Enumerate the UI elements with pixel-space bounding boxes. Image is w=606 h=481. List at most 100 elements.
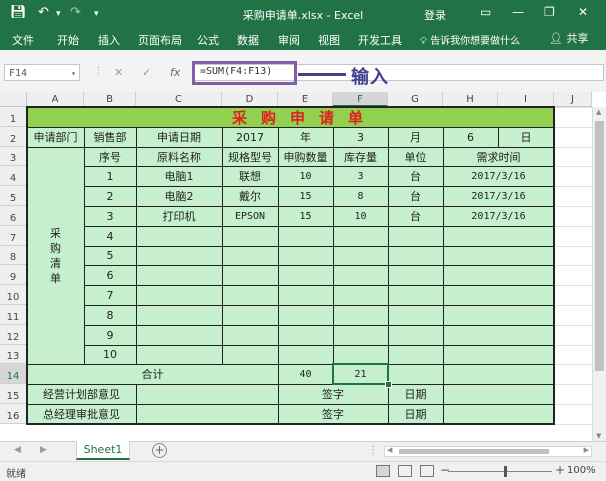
item-date-cell[interactable]: 2017/3/16 <box>443 206 554 226</box>
item-name-cell[interactable] <box>136 226 222 246</box>
item-date-cell[interactable] <box>443 325 554 345</box>
item-model-cell[interactable] <box>222 246 278 265</box>
column-header-g[interactable]: G <box>388 92 443 107</box>
item-qty-cell[interactable] <box>278 246 333 265</box>
header-name[interactable]: 原料名称 <box>136 147 222 166</box>
item-seq-cell[interactable]: 1 <box>84 166 136 186</box>
active-cell-f14[interactable] <box>332 363 389 385</box>
item-date-cell[interactable] <box>443 285 554 305</box>
item-date-cell[interactable] <box>443 246 554 265</box>
header-need-time[interactable]: 需求时间 <box>443 147 554 166</box>
select-all-corner[interactable] <box>0 92 27 107</box>
row-header-15[interactable]: 15 <box>0 384 27 404</box>
header-stock[interactable]: 库存量 <box>333 147 388 166</box>
item-stock-cell[interactable] <box>333 345 388 364</box>
year-cell[interactable]: 2017 <box>222 127 278 147</box>
name-box-dropdown-icon[interactable]: ▾ <box>71 65 76 82</box>
item-unit-cell[interactable] <box>388 246 443 265</box>
item-model-cell[interactable]: 戴尔 <box>222 186 278 206</box>
dept-value-cell[interactable]: 销售部 <box>84 127 136 147</box>
item-model-cell[interactable] <box>222 325 278 345</box>
restore-icon[interactable]: ❐ <box>544 5 555 19</box>
tab-data[interactable]: 数据 <box>237 32 259 48</box>
item-qty-cell[interactable] <box>278 345 333 364</box>
item-date-cell[interactable]: 2017/3/16 <box>443 166 554 186</box>
item-stock-cell[interactable] <box>333 265 388 285</box>
scroll-left-icon[interactable]: ◀ <box>387 446 392 454</box>
item-unit-cell[interactable] <box>388 305 443 325</box>
item-qty-cell[interactable] <box>278 325 333 345</box>
item-unit-cell[interactable]: 台 <box>388 166 443 186</box>
item-unit-cell[interactable]: 台 <box>388 186 443 206</box>
item-model-cell[interactable] <box>222 226 278 246</box>
ribbon-display-icon[interactable]: ▭ <box>480 5 491 19</box>
planning-opinion-label[interactable]: 经营计划部意见 <box>27 384 136 404</box>
row-header-9[interactable]: 9 <box>0 265 27 285</box>
name-box[interactable]: F14 ▾ <box>4 64 80 81</box>
close-icon[interactable]: ✕ <box>578 5 588 19</box>
item-unit-cell[interactable] <box>388 265 443 285</box>
item-stock-cell[interactable] <box>333 325 388 345</box>
scroll-right-icon[interactable]: ▶ <box>584 446 589 454</box>
item-stock-cell[interactable] <box>333 246 388 265</box>
prev-sheet-icon[interactable]: ◀ <box>14 445 21 455</box>
normal-view-icon[interactable] <box>376 465 390 477</box>
item-qty-cell[interactable] <box>278 265 333 285</box>
item-name-cell[interactable]: 电脑1 <box>136 166 222 186</box>
horizontal-scroll-thumb[interactable] <box>399 449 549 454</box>
gm-date-cell[interactable]: 日期 <box>388 404 443 424</box>
item-qty-cell[interactable]: 10 <box>278 166 333 186</box>
row-header-12[interactable]: 12 <box>0 325 27 345</box>
item-model-cell[interactable] <box>222 285 278 305</box>
item-seq-cell[interactable]: 7 <box>84 285 136 305</box>
zoom-in-button[interactable]: + <box>555 463 565 477</box>
zoom-slider[interactable] <box>448 471 552 472</box>
item-seq-cell[interactable]: 3 <box>84 206 136 226</box>
zoom-slider-knob[interactable] <box>504 466 507 477</box>
item-stock-cell[interactable] <box>333 226 388 246</box>
row-header-13[interactable]: 13 <box>0 345 27 364</box>
item-name-cell[interactable] <box>136 265 222 285</box>
month-unit-cell[interactable]: 月 <box>388 127 443 147</box>
column-header-a[interactable]: A <box>27 92 84 107</box>
sheet-tab-sheet1[interactable]: Sheet1 <box>76 441 130 460</box>
enter-icon[interactable]: ✓ <box>142 66 151 79</box>
item-qty-cell[interactable]: 15 <box>278 186 333 206</box>
row-header-10[interactable]: 10 <box>0 285 27 305</box>
planning-date-cell[interactable]: 日期 <box>388 384 443 404</box>
undo-dropdown-icon[interactable]: ▾ <box>56 9 61 19</box>
row-header-7[interactable]: 7 <box>0 226 27 246</box>
item-name-cell[interactable] <box>136 246 222 265</box>
add-sheet-button[interactable]: + <box>152 443 167 458</box>
header-qty[interactable]: 申购数量 <box>278 147 333 166</box>
tab-insert[interactable]: 插入 <box>98 32 120 48</box>
column-header-e[interactable]: E <box>278 92 333 107</box>
header-seq[interactable]: 序号 <box>84 147 136 166</box>
day-cell[interactable]: 6 <box>443 127 498 147</box>
formula-text[interactable]: =SUM(F4:F13) <box>200 66 272 77</box>
tab-developer[interactable]: 开发工具 <box>358 32 402 48</box>
worksheet-grid[interactable]: A B C D E F G H I J 1 2 3 4 5 6 7 8 9 10 11 12 13 14 15 16 采购申请单 申请… <box>0 92 606 441</box>
login-link[interactable]: 登录 <box>424 7 446 23</box>
item-date-cell[interactable] <box>443 226 554 246</box>
item-date-cell[interactable]: 2017/3/16 <box>443 186 554 206</box>
dept-label-cell[interactable]: 申请部门 <box>27 127 84 147</box>
item-seq-cell[interactable]: 10 <box>84 345 136 364</box>
column-header-c[interactable]: C <box>136 92 222 107</box>
page-break-view-icon[interactable] <box>420 465 434 477</box>
item-model-cell[interactable] <box>222 345 278 364</box>
insert-function-icon[interactable]: fx <box>170 66 180 79</box>
row-header-8[interactable]: 8 <box>0 246 27 265</box>
fill-handle[interactable] <box>385 381 392 388</box>
item-qty-cell[interactable] <box>278 305 333 325</box>
item-unit-cell[interactable] <box>388 325 443 345</box>
year-unit-cell[interactable]: 年 <box>278 127 333 147</box>
tab-page-layout[interactable]: 页面布局 <box>138 32 182 48</box>
tell-me-box[interactable]: 💡︎ 告诉我你想要做什么 <box>420 32 520 47</box>
tab-view[interactable]: 视图 <box>318 32 340 48</box>
column-header-j[interactable]: J <box>554 92 592 107</box>
item-seq-cell[interactable]: 8 <box>84 305 136 325</box>
item-qty-cell[interactable]: 15 <box>278 206 333 226</box>
row-header-16[interactable]: 16 <box>0 404 27 424</box>
gm-opinion-label[interactable]: 总经理审批意见 <box>27 404 136 424</box>
